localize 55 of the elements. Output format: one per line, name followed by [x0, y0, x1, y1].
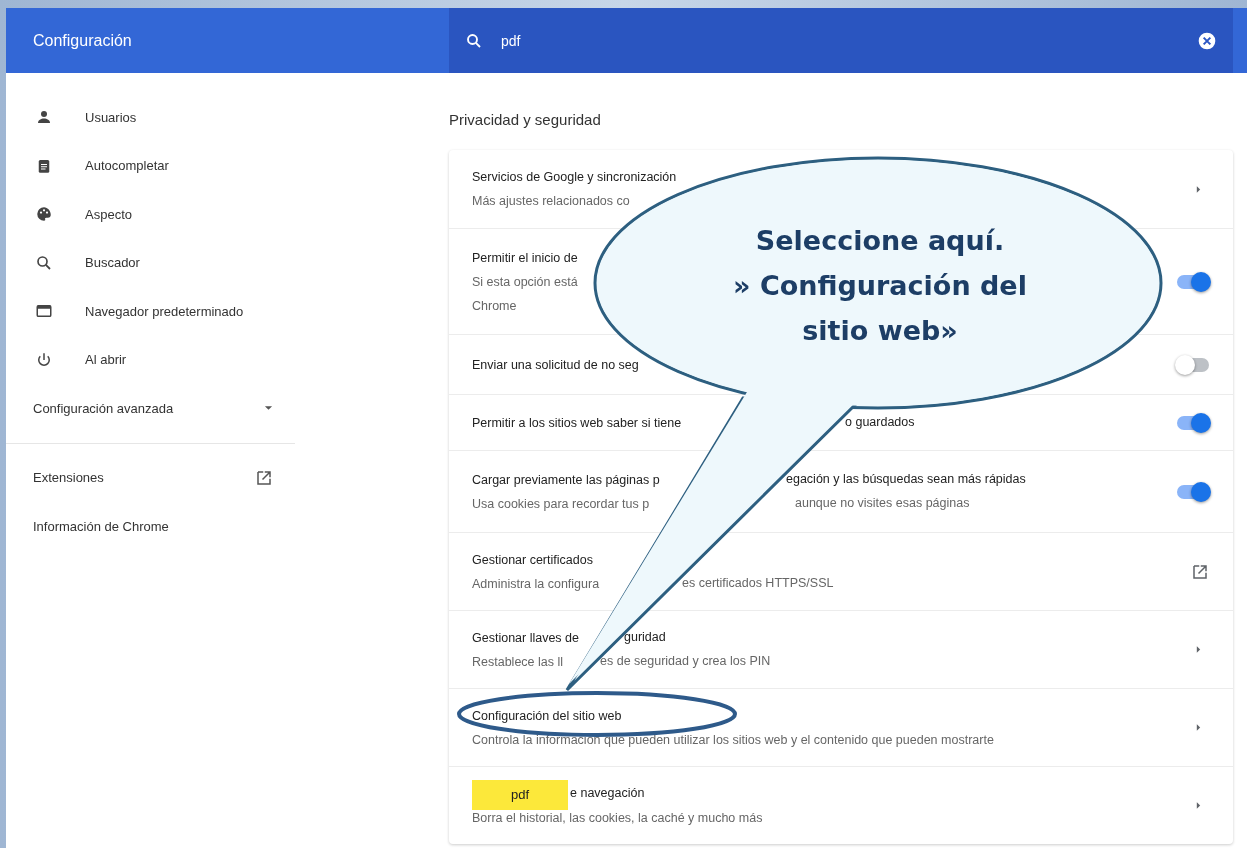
row-description: Administra la configura [472, 576, 600, 591]
arrow-icon [1196, 801, 1201, 810]
row-description: Chrome [472, 298, 517, 313]
row-title: Gestionar llaves de [472, 630, 579, 645]
sidebar-item[interactable]: Buscador [6, 238, 295, 287]
section-heading: Privacidad y seguridad [449, 111, 602, 128]
row-description: Usa cookies para recordar tus p [472, 496, 650, 511]
row-title: Enviar una solicitud de no seg [472, 357, 639, 372]
search-icon [35, 253, 53, 272]
sidebar-item[interactable]: Navegador predeterminado [6, 287, 295, 336]
sidebar-item[interactable]: Aspecto [6, 190, 295, 239]
row-description: es de seguridad y crea los PIN [600, 653, 771, 668]
settings-row[interactable]: pdf e navegación Borra el historial, las cookies, la caché y mucho más [449, 766, 1233, 844]
row-description: Controla la información que pueden utilizar los sitios web y el contenido que pueden mostrarte [472, 732, 994, 747]
row-description: Borra el historial, las cookies, la caché y mucho más [472, 810, 763, 825]
arrow-icon [1196, 184, 1201, 194]
row-description: es certificados HTTPS/SSL [682, 575, 834, 590]
settings-row[interactable]: Servicios de Google y sincronización Más ajustes relacionados co [449, 150, 1233, 228]
toggle-switch[interactable] [1177, 274, 1209, 289]
row-title: Servicios de Google y sincronización [472, 170, 677, 184]
row-description: Más ajustes relacionados co [472, 194, 630, 208]
row-title: Cargar previamente las páginas p [472, 472, 660, 487]
toggle-switch[interactable] [1177, 415, 1209, 430]
palette-icon [35, 205, 53, 224]
sidebar-item[interactable]: Usuarios [6, 93, 295, 142]
advanced-settings-toggle[interactable]: Configuración avanzada [6, 384, 295, 433]
search-field[interactable]: pdf [449, 8, 1233, 73]
row-title: o guardados [845, 414, 915, 429]
search-match-tag: pdf [472, 779, 568, 810]
sidebar-link[interactable]: Información de Chrome [6, 502, 295, 551]
row-title: Permitir a los sitios web saber si tiene [472, 415, 682, 430]
toggle-switch[interactable] [1177, 484, 1209, 499]
external-link-icon[interactable] [1191, 562, 1209, 581]
row-description: Restablece las ll [472, 654, 563, 669]
power-icon [35, 350, 53, 369]
row-title: Gestionar certificados [472, 552, 593, 567]
external-link-icon [255, 468, 273, 487]
page-title: Configuración [32, 31, 133, 50]
toggle-switch[interactable] [1177, 357, 1209, 372]
row-title: e navegación [570, 785, 645, 800]
sidebar-link[interactable]: Extensiones [6, 453, 295, 502]
row-description: aunque no visites esas páginas [795, 495, 970, 510]
settings-row[interactable]: Configuración del sitio web Controla la información que pueden utilizar los sitios web y el contenido que pueden mostrarte [449, 688, 1233, 766]
row-title: Configuración del sitio web [472, 708, 622, 723]
search-icon [465, 31, 483, 50]
row-title: Permitir el inicio de [472, 250, 578, 265]
caret-icon [264, 405, 273, 412]
sidebar-item[interactable]: Autocompletar [6, 141, 295, 190]
row-title: egación y las búsquedas sean más rápidas [786, 471, 1026, 486]
sidebar-item[interactable]: Al abrir [6, 335, 295, 384]
arrow-icon [1196, 645, 1201, 654]
clear-icon[interactable] [1197, 30, 1217, 51]
row-title: guridad [624, 629, 666, 644]
row-description: Si esta opción está [472, 274, 578, 289]
arrow-icon [1196, 723, 1201, 732]
